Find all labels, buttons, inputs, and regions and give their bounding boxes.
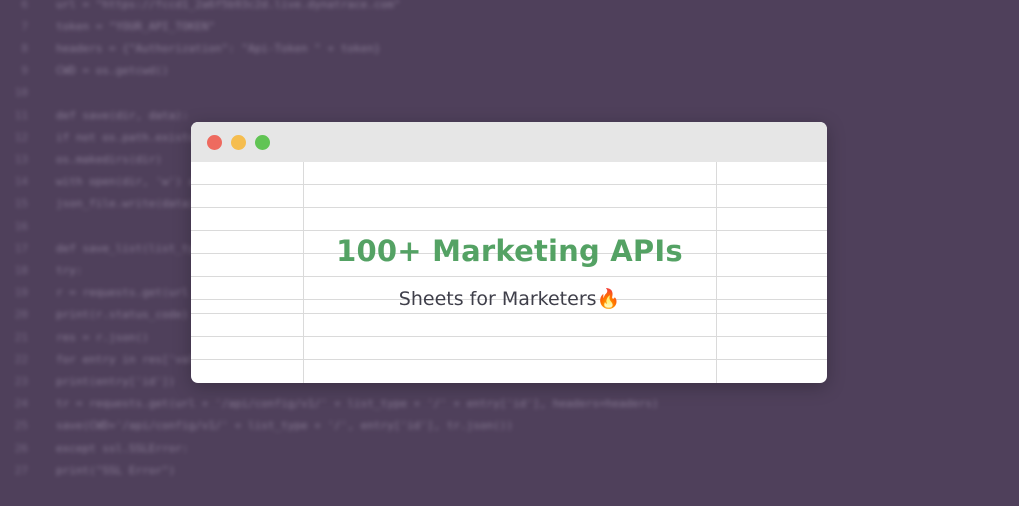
code-line: 25 save(CWD+'/api/config/v1/' + list_typ… [0, 415, 513, 437]
code-line: 26 except ssl.SSLError: [0, 437, 189, 459]
line-number: 22 [14, 352, 28, 366]
code-line: 15 json_file.write(data) [0, 193, 195, 215]
window-titlebar [191, 122, 827, 162]
code-line: 20 print(r.status_code) [0, 304, 189, 326]
code-text: def save(dir, data): [56, 108, 189, 122]
code-text: print("SSL Error") [56, 463, 176, 477]
line-number: 12 [14, 130, 28, 144]
line-number: 20 [14, 308, 28, 322]
line-number: 7 [21, 19, 28, 33]
code-line: 13 os.makedirs(dir) [0, 148, 162, 170]
code-line: 23 print(entry['id']) [0, 370, 175, 392]
minimize-dot-icon[interactable] [231, 135, 246, 150]
code-line: 14 with open(dir, 'w') as f: [0, 171, 222, 193]
grid-row-line [191, 336, 827, 337]
line-number: 23 [14, 374, 28, 388]
line-number: 9 [21, 64, 28, 78]
grid-col-line [303, 162, 304, 383]
line-number: 13 [14, 152, 28, 166]
close-dot-icon[interactable] [207, 135, 222, 150]
code-text: os.makedirs(dir) [56, 152, 162, 166]
grid-row-line [191, 230, 827, 231]
code-text: except ssl.SSLError: [56, 441, 189, 455]
grid-row-line [191, 207, 827, 208]
code-line: 17 def save_list(list_type): [0, 237, 222, 259]
line-number: 21 [14, 330, 28, 344]
code-line: 21 res = r.json() [0, 326, 149, 348]
line-number: 6 [21, 0, 28, 11]
line-number: 26 [14, 441, 28, 455]
grid-row-line [191, 184, 827, 185]
code-line: 10 [0, 82, 56, 104]
code-text: print(entry['id']) [56, 374, 176, 388]
code-line: 27 print("SSL Error") [0, 459, 175, 481]
code-text: res = r.json() [56, 330, 149, 344]
code-line: 16 [0, 215, 56, 237]
code-text: url = "https://fccd1_2a6f5b93c2d.live.dy… [56, 0, 401, 11]
line-number: 25 [14, 419, 28, 433]
line-number: 11 [14, 108, 28, 122]
code-line: 24 tr = requests.get(url + '/api/config/… [0, 393, 659, 415]
line-number: 10 [14, 86, 28, 100]
grid-row-line [191, 276, 827, 277]
code-text: CWD = os.getcwd() [56, 64, 169, 78]
grid-row-line [191, 253, 827, 254]
grid-row-line [191, 299, 827, 300]
code-line: 7 token = "YOUR_API_TOKEN" [0, 15, 215, 37]
code-text: headers = {"Authorization": "Api-Token "… [56, 41, 381, 55]
browser-window [191, 122, 827, 383]
spreadsheet-grid [191, 162, 827, 383]
maximize-dot-icon[interactable] [255, 135, 270, 150]
code-text: json_file.write(data) [56, 197, 196, 211]
line-number: 14 [14, 175, 28, 189]
line-number: 16 [14, 219, 28, 233]
line-number: 24 [14, 397, 28, 411]
grid-row-line [191, 313, 827, 314]
code-text: token = "YOUR_API_TOKEN" [56, 19, 215, 33]
code-line: 8 headers = {"Authorization": "Api-Token … [0, 37, 381, 59]
line-number: 15 [14, 197, 28, 211]
code-line: 6 url = "https://fccd1_2a6f5b93c2d.live.d… [0, 0, 400, 15]
code-line: 9 CWD = os.getcwd() [0, 60, 169, 82]
code-text: try: [56, 263, 83, 277]
line-number: 8 [21, 41, 28, 55]
line-number: 17 [14, 241, 28, 255]
line-number: 27 [14, 463, 28, 477]
code-line: 18 try: [0, 259, 83, 281]
line-number: 19 [14, 286, 28, 300]
line-number: 18 [14, 263, 28, 277]
code-text: save(CWD+'/api/config/v1/' + list_type +… [56, 419, 513, 433]
code-text: tr = requests.get(url + '/api/config/v1/… [56, 397, 659, 411]
code-text: print(r.status_code) [56, 308, 189, 322]
grid-row-line [191, 359, 827, 360]
code-line: 11 def save(dir, data): [0, 104, 189, 126]
grid-col-line [716, 162, 717, 383]
